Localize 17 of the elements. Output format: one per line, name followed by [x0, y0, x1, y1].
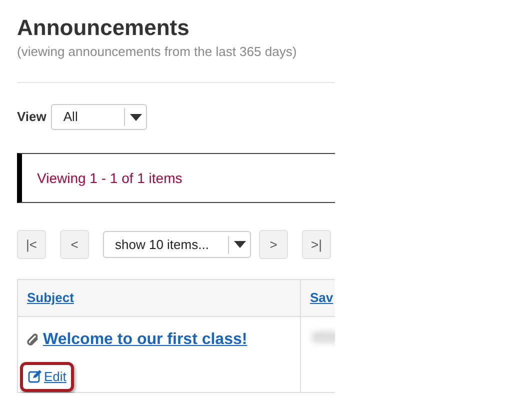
- page-subtitle: (viewing announcements from the last 365 days): [17, 43, 298, 61]
- page-title: Announcements: [17, 14, 190, 42]
- dropdown-caret-icon: [130, 114, 142, 120]
- next-page-button[interactable]: >: [259, 230, 288, 259]
- view-select[interactable]: All: [51, 104, 148, 130]
- column-header[interactable]: Subject: [18, 280, 300, 316]
- column-header[interactable]: Sav: [300, 280, 335, 316]
- edit-icon: [28, 370, 42, 384]
- view-label: View: [17, 108, 46, 126]
- previous-page-button[interactable]: <: [60, 230, 89, 259]
- last-page-button[interactable]: >|: [302, 230, 331, 259]
- edit-link[interactable]: Edit: [20, 362, 74, 392]
- announcement-link[interactable]: Welcome to our first class!: [43, 328, 248, 352]
- alert-text: Viewing 1 - 1 of 1 items: [37, 168, 182, 188]
- page-size-select[interactable]: show 10 items...: [103, 231, 251, 258]
- dropdown-caret-icon: [234, 241, 246, 248]
- first-page-button[interactable]: |<: [17, 230, 46, 259]
